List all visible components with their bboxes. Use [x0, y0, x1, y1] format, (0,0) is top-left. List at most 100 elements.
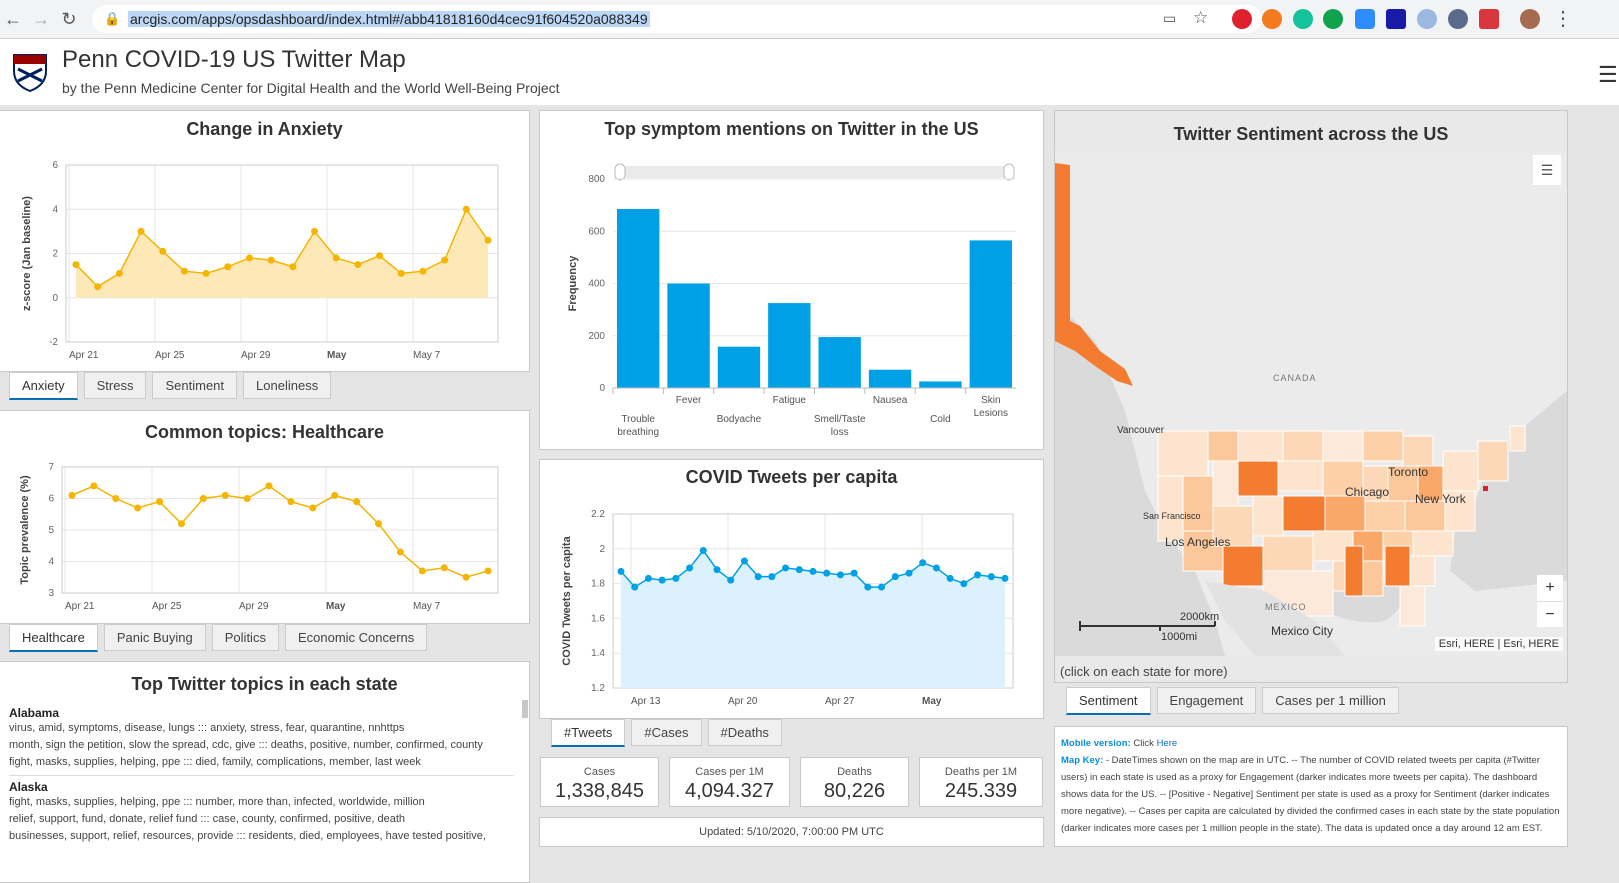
x-category-label: Smell/Taste [814, 414, 866, 425]
x-category-label: Skin [981, 395, 1000, 406]
tab-cases[interactable]: #Cases [631, 719, 702, 746]
data-point [727, 576, 735, 584]
scrollbar-thumb[interactable] [522, 700, 528, 718]
data-point [90, 482, 98, 490]
extension-icon[interactable] [1448, 9, 1468, 29]
extension-icon[interactable] [1262, 9, 1282, 29]
y-tick-label: 3 [48, 588, 54, 599]
info-extension-icon[interactable] [1386, 9, 1406, 29]
y-tick-label: 1.8 [591, 579, 605, 590]
tab-healthcare[interactable]: Healthcare [9, 624, 98, 652]
cast-icon[interactable]: ▭ [1163, 10, 1176, 27]
list-item[interactable]: Alabama virus, amid, symptoms, disease, … [9, 706, 514, 776]
tab-politics[interactable]: Politics [211, 624, 279, 651]
healthcare-chart[interactable]: 7 6 5 4 3 Apr 21 Apr 25 Apr 29 May May 7 Topic pre… [0, 451, 529, 623]
extension-icon[interactable] [1232, 9, 1252, 29]
data-point [156, 498, 164, 506]
penn-shield-logo-icon [13, 54, 47, 93]
extension-icon[interactable] [1323, 9, 1343, 29]
topic-line: fight, masks, supplies, helping, ppe :::… [9, 756, 421, 768]
extension-icon[interactable] [1417, 9, 1437, 29]
state-name: Alaska [9, 780, 48, 794]
x-tick-label: Apr 20 [728, 696, 758, 707]
y-tick-label: -2 [49, 337, 58, 348]
profile-avatar[interactable] [1520, 9, 1540, 29]
tab-map-engagement[interactable]: Engagement [1156, 687, 1257, 714]
data-point [462, 573, 470, 581]
lock-icon: 🔒 [104, 11, 121, 26]
data-point [159, 247, 167, 255]
x-tick-label: May [326, 601, 346, 612]
x-category-label: Cold [930, 414, 951, 425]
data-point [134, 504, 142, 512]
zoom-icon[interactable] [1355, 9, 1375, 29]
extension-icon[interactable] [1479, 9, 1499, 29]
map-panel: Twitter Sentiment across the US CANADA V… [1054, 110, 1568, 683]
symptoms-panel: Top symptom mentions on Twitter in the U… [539, 110, 1044, 450]
data-point [221, 491, 229, 499]
stat-label: Cases [583, 766, 616, 778]
tab-map-sentiment[interactable]: Sentiment [1066, 687, 1151, 715]
data-point [224, 263, 232, 271]
map-label-canada: CANADA [1273, 373, 1317, 383]
legend-list-icon[interactable]: ☰ [1533, 155, 1561, 185]
bookmark-star-icon[interactable]: ☆ [1193, 8, 1208, 28]
tab-tweets[interactable]: #Tweets [551, 719, 626, 747]
tab-deaths[interactable]: #Deaths [707, 719, 782, 746]
state-topics-panel[interactable]: Top Twitter topics in each state Alabama… [0, 661, 530, 883]
grammarly-icon[interactable] [1293, 9, 1313, 29]
data-point [353, 498, 361, 506]
tab-sentiment[interactable]: Sentiment [152, 372, 238, 399]
tab-panic-buying[interactable]: Panic Buying [103, 624, 206, 651]
topic-line: fight, masks, supplies, helping, ppe :::… [9, 796, 425, 808]
list-item[interactable]: Alaska fight, masks, supplies, helping, … [9, 776, 514, 845]
hamburger-menu-icon[interactable]: ☰ [1598, 62, 1618, 88]
reload-icon[interactable]: ↻ [58, 8, 80, 30]
zoom-out-button[interactable]: − [1537, 602, 1563, 627]
data-point [484, 567, 492, 575]
data-point [740, 557, 748, 565]
x-tick-label: Apr 29 [239, 601, 269, 612]
y-axis-label: COVID Tweets per capita [561, 535, 573, 665]
dashboard-title: Penn COVID-19 US Twitter Map [62, 46, 406, 73]
series-line [71, 485, 489, 579]
x-tick-label: Apr 13 [631, 696, 661, 707]
bar [919, 381, 962, 388]
chrome-menu-icon[interactable]: ⋮ [1553, 6, 1573, 31]
tab-economic-concerns[interactable]: Economic Concerns [284, 624, 428, 651]
stat-cases-per-1m: Cases per 1M 4,094.327 [669, 757, 790, 807]
forward-icon[interactable]: → [30, 8, 52, 30]
back-icon[interactable]: ← [2, 8, 24, 30]
bar [969, 240, 1012, 388]
y-axis-label: Topic prevalence (%) [19, 475, 31, 585]
state-topics-list: Alabama virus, amid, symptoms, disease, … [9, 706, 514, 845]
map-label-los-angeles: Los Angeles [1165, 535, 1230, 549]
topic-line: month, sign the petition, slow the sprea… [9, 739, 483, 751]
y-tick-label: 200 [588, 331, 605, 342]
data-point [199, 495, 207, 502]
stat-value: 1,338,845 [555, 780, 644, 802]
x-tick-label: Apr 29 [241, 350, 271, 361]
tab-loneliness[interactable]: Loneliness [243, 372, 332, 399]
url-text[interactable]: arcgis.com/apps/opsdashboard/index.html#… [128, 11, 650, 27]
y-tick-label: 2 [52, 249, 58, 260]
tweets-chart[interactable]: 2.2 2 1.8 1.6 1.4 1.2 Apr 13 Apr 20 Apr 27 May COV… [540, 498, 1043, 716]
x-category-label: loss [831, 427, 849, 438]
mobile-version-line: Mobile version: Click Here [1061, 735, 1561, 752]
map-hint: (click on each state for more) [1060, 664, 1228, 679]
x-tick-label: May [922, 696, 942, 707]
tab-stress[interactable]: Stress [83, 372, 147, 399]
tab-anxiety[interactable]: Anxiety [9, 372, 78, 400]
tab-map-cases-per-million[interactable]: Cases per 1 million [1262, 687, 1399, 714]
y-tick-label: 4 [52, 204, 58, 215]
anxiety-chart[interactable]: 6 4 2 0 -2 Apr 21 Apr 25 Apr 29 May May 7 z-score … [0, 149, 529, 369]
anxiety-panel: Change in Anxiety 6 4 2 0 -2 Apr 21 Apr 25 Apr … [0, 110, 530, 372]
data-point [974, 571, 982, 579]
us-map[interactable]: CANADA Vancouver Toronto Chicago New Yor… [1055, 151, 1567, 656]
mobile-version-link[interactable]: Here [1157, 738, 1178, 749]
symptoms-chart[interactable]: 800 600 400 200 0 Frequency Trouble breathing Fe… [540, 149, 1043, 449]
zoom-in-button[interactable]: + [1537, 575, 1563, 602]
stat-deaths: Deaths 80,226 [800, 757, 909, 807]
y-axis-label: z-score (Jan baseline) [21, 196, 33, 311]
data-point [287, 498, 295, 506]
